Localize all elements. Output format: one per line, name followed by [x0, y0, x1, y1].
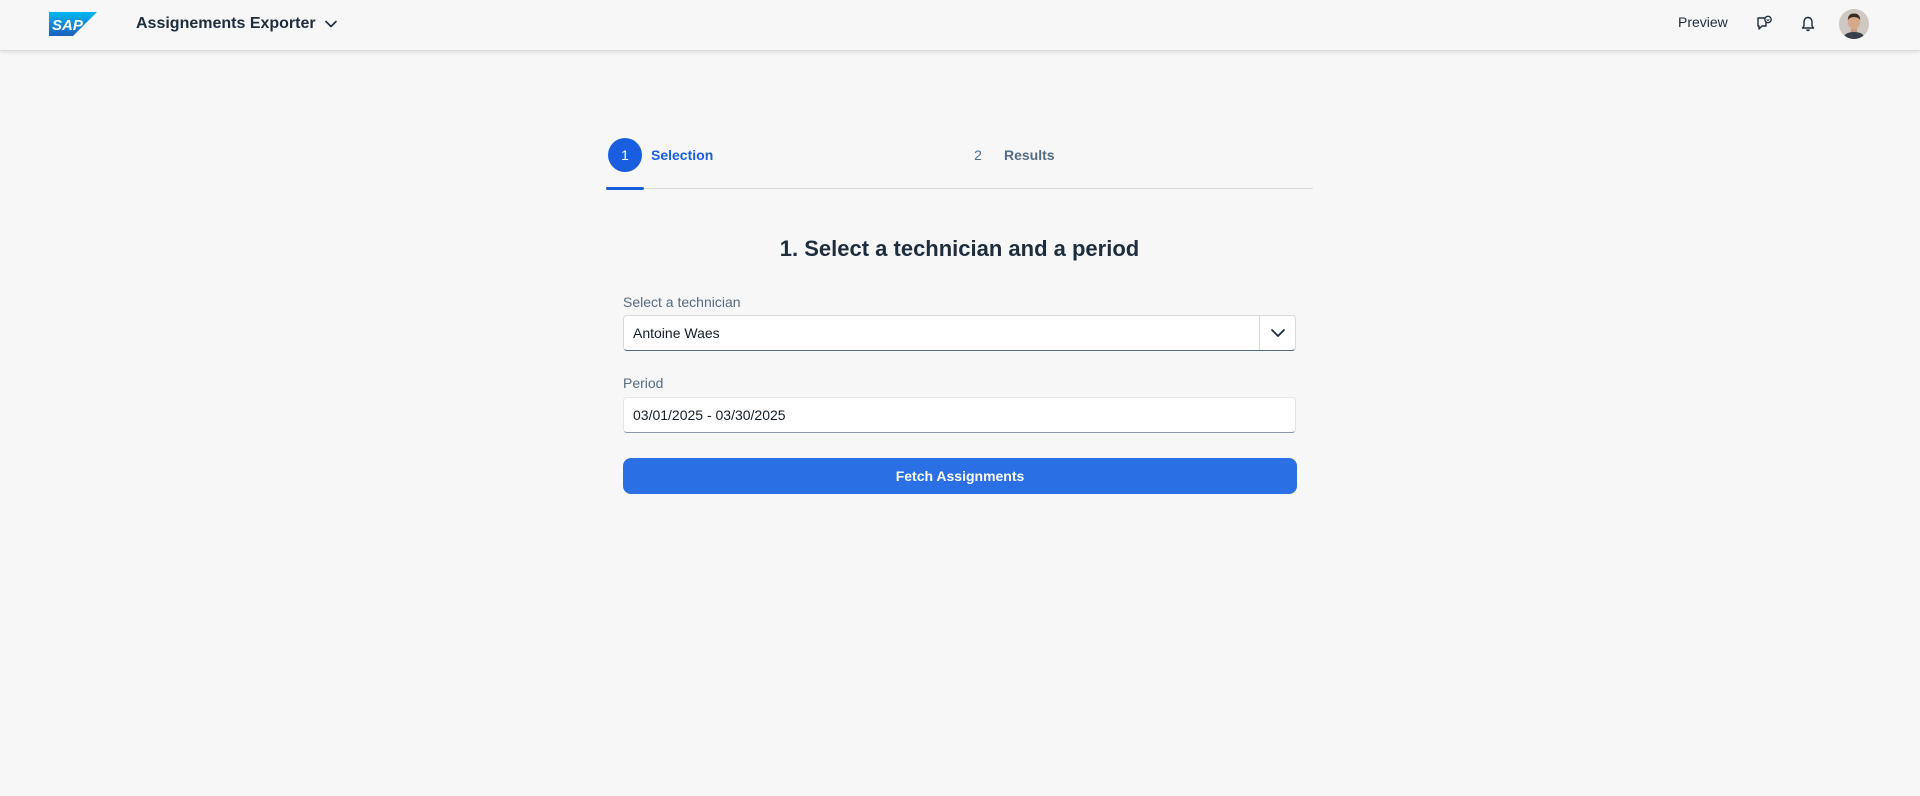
technician-value: Antoine Waes — [633, 325, 720, 341]
wizard-step-selection[interactable]: 1 Selection — [609, 139, 713, 171]
bell-icon[interactable] — [1796, 12, 1820, 36]
shell-bar: SAP Assignements Exporter Preview — [0, 0, 1920, 50]
step-number: 2 — [962, 139, 994, 171]
active-step-indicator — [606, 187, 644, 190]
avatar[interactable] — [1839, 9, 1869, 39]
step-label: Results — [1004, 147, 1055, 163]
fetch-assignments-button[interactable]: Fetch Assignments — [623, 458, 1297, 494]
app-title-menu[interactable]: Assignements Exporter — [136, 12, 338, 36]
feedback-icon[interactable] — [1752, 12, 1776, 36]
preview-link[interactable]: Preview — [1678, 14, 1728, 30]
step-number: 1 — [609, 139, 641, 171]
dropdown-button[interactable] — [1259, 316, 1295, 350]
form-heading: 1. Select a technician and a period — [779, 236, 1140, 261]
wizard-steps: 1 Selection 2 Results — [606, 137, 1313, 190]
chevron-down-icon — [324, 20, 337, 28]
period-label: Period — [623, 375, 664, 391]
app-title: Assignements Exporter — [136, 15, 316, 32]
technician-select[interactable]: Antoine Waes — [623, 315, 1296, 351]
chevron-down-icon — [1270, 329, 1285, 337]
svg-text:SAP: SAP — [52, 17, 84, 34]
technician-label: Select a technician — [623, 294, 741, 310]
step-label: Selection — [651, 147, 714, 163]
period-input[interactable] — [623, 397, 1296, 433]
sap-logo[interactable]: SAP — [49, 12, 97, 36]
wizard-step-results[interactable]: 2 Results — [962, 139, 1055, 171]
